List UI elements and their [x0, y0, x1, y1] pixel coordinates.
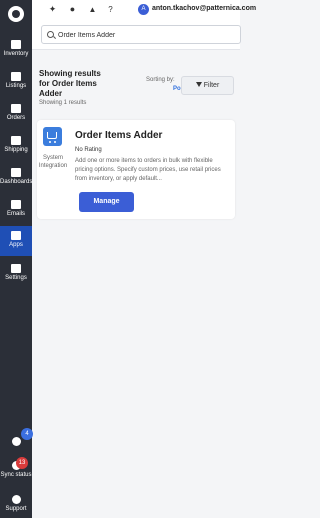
cart-icon [43, 127, 62, 146]
top-bar: ✦ ● ▲ ? A anton.tkachov@patternica.com [32, 0, 256, 20]
results-title: Showing results for Order Items Adder [39, 69, 101, 98]
app-card[interactable]: System Integration Order Items Adder No … [37, 120, 235, 219]
support-label: Support [5, 506, 27, 512]
sidebar-item-label: Dashboards [0, 179, 33, 185]
search-icon [47, 31, 54, 38]
wrench-icon [11, 264, 21, 273]
sidebar-item-orders[interactable]: Orders [0, 102, 32, 132]
sidebar-item-listings[interactable]: Listings [0, 70, 32, 100]
manage-button[interactable]: Manage [79, 192, 134, 212]
sorting-dropdown[interactable]: Po [173, 86, 181, 92]
sync-badge: 13 [16, 457, 28, 469]
support-button[interactable]: Support [0, 493, 32, 518]
sidebar-item-label: Orders [6, 115, 26, 121]
avatar[interactable]: A [138, 4, 149, 15]
sync-status-label: Sync status [0, 472, 32, 478]
sidebar-item-label: Apps [9, 242, 23, 248]
sidebar-item-shipping[interactable]: Shipping [0, 134, 32, 164]
sidebar-item-emails[interactable]: Emails [0, 198, 32, 228]
sidebar-item-dashboards[interactable]: Dashboards [0, 166, 32, 196]
filter-label: Filter [203, 82, 220, 89]
sidebar-item-label: Listings [5, 83, 27, 89]
app-rating: No Rating [75, 147, 102, 153]
filter-icon [195, 82, 202, 87]
sidebar-item-label: Shipping [4, 147, 28, 153]
dashboard-icon [11, 168, 21, 177]
listings-icon [11, 72, 21, 81]
notifications-badge: 4 [21, 428, 33, 440]
search-bar [32, 20, 241, 50]
mail-icon [11, 200, 21, 209]
sidebar-item-apps[interactable]: Apps [0, 226, 32, 256]
sidebar: Inventory Listings Orders Shipping Dashb… [0, 0, 33, 518]
chat-icon[interactable]: ● [68, 5, 77, 14]
search-box[interactable] [41, 25, 241, 44]
sparkle-icon[interactable]: ✦ [48, 5, 57, 14]
sidebar-item-label: Emails [6, 211, 25, 217]
app-description: Add one or more items to orders in bulk … [75, 158, 221, 182]
truck-icon [11, 136, 21, 145]
lightbulb-icon [11, 437, 21, 446]
app-title[interactable]: Order Items Adder [75, 130, 162, 141]
filter-button[interactable]: Filter [181, 76, 234, 95]
logo-icon[interactable] [8, 6, 24, 22]
sidebar-item-inventory[interactable]: Inventory [0, 38, 32, 68]
orders-icon [11, 104, 21, 113]
help-icon [11, 495, 21, 504]
sidebar-item-label: Settings [5, 275, 27, 281]
results-count: Showing 1 results [39, 100, 87, 106]
user-email[interactable]: anton.tkachov@patternica.com [152, 5, 256, 12]
sidebar-item-label: Inventory [3, 51, 29, 57]
help-circle-icon[interactable]: ? [106, 5, 115, 14]
inventory-icon [11, 40, 21, 49]
bell-icon[interactable]: ▲ [88, 5, 97, 14]
apps-icon [11, 231, 21, 240]
app-type-label: System Integration [38, 155, 68, 169]
sidebar-item-settings[interactable]: Settings [0, 262, 32, 292]
sorting-label: Sorting by: [146, 77, 175, 83]
search-input[interactable] [58, 29, 233, 41]
